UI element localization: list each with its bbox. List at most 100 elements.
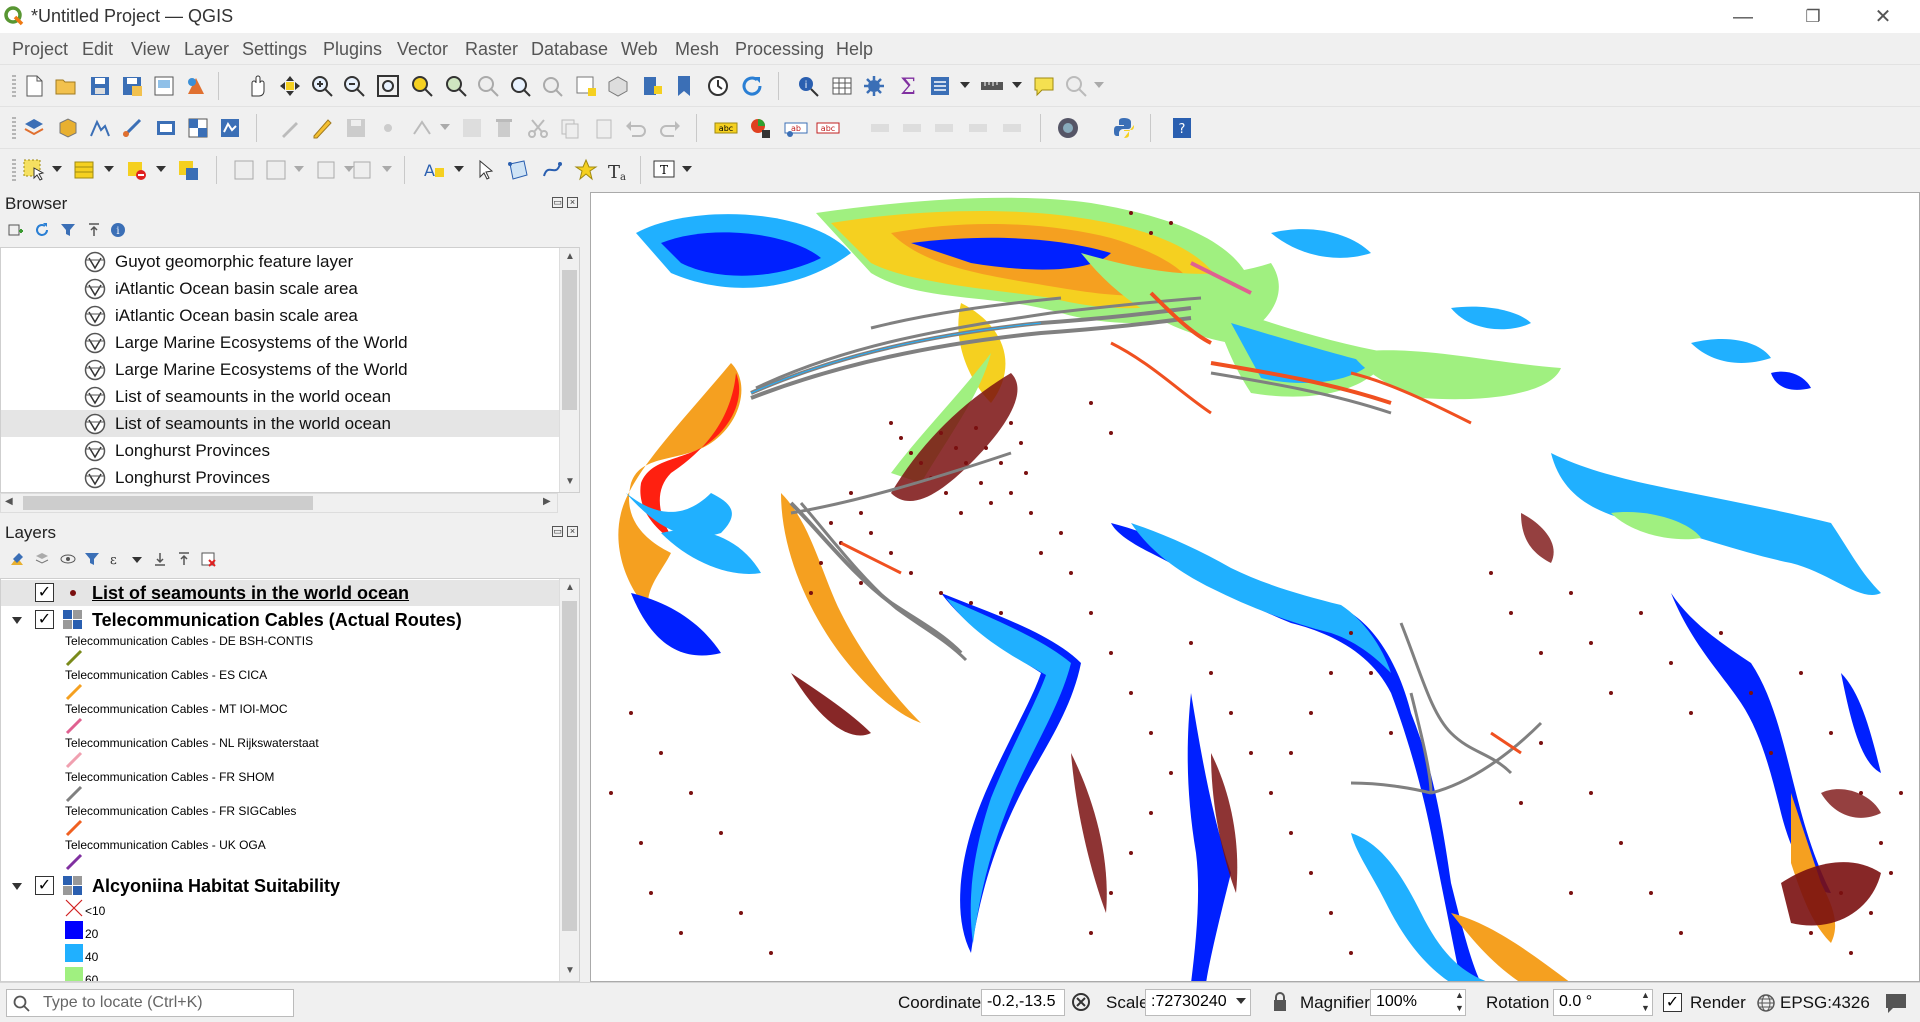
add-vector-icon[interactable] xyxy=(218,116,242,140)
scrollbar-thumb[interactable] xyxy=(562,270,577,410)
browser-tree[interactable]: Guyot geomorphic feature layer iAtlantic… xyxy=(0,247,580,493)
dropdown-arrow-icon[interactable] xyxy=(1012,82,1022,88)
text-annotation-icon[interactable]: T xyxy=(652,158,676,182)
dropdown-arrow-icon[interactable] xyxy=(440,124,450,130)
layers-tree[interactable]: ✓ List of seamounts in the world ocean ✓… xyxy=(0,578,580,982)
undo-icon[interactable] xyxy=(624,116,648,140)
refresh-browser-icon[interactable] xyxy=(34,222,50,238)
layers-vertical-scrollbar[interactable]: ▲ ▼ xyxy=(559,579,579,981)
dropdown-arrow-icon[interactable] xyxy=(960,82,970,88)
render-checkbox[interactable]: ✓ xyxy=(1663,993,1682,1012)
reshape-features-icon[interactable] xyxy=(350,158,374,182)
spin-down-icon[interactable]: ▼ xyxy=(1641,1003,1650,1013)
delete-selected-icon[interactable] xyxy=(492,116,516,140)
add-raster-icon[interactable] xyxy=(186,116,210,140)
menu-edit[interactable]: Edit xyxy=(82,39,113,60)
dropdown-arrow-icon[interactable] xyxy=(294,166,304,172)
zoom-to-layer-icon[interactable] xyxy=(444,74,468,98)
menu-layer[interactable]: Layer xyxy=(184,39,229,60)
enable-properties-icon[interactable]: i xyxy=(110,222,126,238)
crs-label[interactable]: EPSG:4326 xyxy=(1780,993,1870,1013)
attribute-table-icon[interactable] xyxy=(830,74,854,98)
browser-item[interactable]: Large Marine Ecosystems of the World xyxy=(1,329,559,356)
print-layout-icon[interactable] xyxy=(152,74,176,98)
menu-web[interactable]: Web xyxy=(621,39,658,60)
rotate-label-icon[interactable] xyxy=(932,116,956,140)
add-point-icon[interactable] xyxy=(376,116,400,140)
deselect-all-icon[interactable] xyxy=(124,158,148,182)
add-group-icon[interactable] xyxy=(34,551,50,567)
change-label-icon[interactable] xyxy=(966,116,990,140)
cut-features-icon[interactable] xyxy=(526,116,550,140)
new-virtual-layer-icon[interactable] xyxy=(154,116,178,140)
dropdown-arrow-icon[interactable] xyxy=(104,166,114,172)
zoom-out-icon[interactable] xyxy=(342,74,366,98)
expand-toggle-icon[interactable] xyxy=(12,617,22,624)
zoom-native-icon[interactable] xyxy=(476,74,500,98)
close-panel-icon[interactable]: × xyxy=(567,526,578,537)
style-manager-icon[interactable] xyxy=(184,74,208,98)
show-hide-labels-icon[interactable] xyxy=(868,116,892,140)
redo-icon[interactable] xyxy=(658,116,682,140)
refresh-icon[interactable] xyxy=(740,74,764,98)
split-features-icon[interactable] xyxy=(314,158,338,182)
dropdown-arrow-icon[interactable] xyxy=(382,166,392,172)
minimize-button[interactable]: — xyxy=(1720,3,1766,31)
layer-row-seamounts[interactable]: ✓ List of seamounts in the world ocean xyxy=(1,580,559,606)
modify-annotation-icon[interactable] xyxy=(474,158,498,182)
zoom-to-selection-icon[interactable] xyxy=(410,74,434,98)
layer-labeling-icon[interactable]: abc xyxy=(714,116,738,140)
scroll-right-icon[interactable]: ▶ xyxy=(543,496,551,507)
scrollbar-thumb[interactable] xyxy=(562,601,577,931)
new-geopackage-icon[interactable] xyxy=(56,116,80,140)
new-spatialite-icon[interactable] xyxy=(120,116,144,140)
python-console-icon[interactable] xyxy=(1112,116,1136,140)
scrollbar-thumb[interactable] xyxy=(23,496,313,510)
annotation-text-icon[interactable]: A xyxy=(422,158,446,182)
select-by-expression-icon[interactable] xyxy=(72,158,96,182)
browser-item[interactable]: Longhurst Provinces xyxy=(1,464,559,491)
dropdown-arrow-icon[interactable] xyxy=(52,166,62,172)
close-button[interactable]: ✕ xyxy=(1860,3,1906,31)
copy-features-icon[interactable] xyxy=(558,116,582,140)
close-panel-icon[interactable]: × xyxy=(567,197,578,208)
modify-attributes-icon[interactable] xyxy=(460,116,484,140)
scroll-down-icon[interactable]: ▼ xyxy=(560,476,579,487)
collapse-all-icon[interactable] xyxy=(176,551,192,567)
pan-map-icon[interactable] xyxy=(244,74,268,98)
create-line-annotation-icon[interactable] xyxy=(540,158,564,182)
pan-to-selection-icon[interactable] xyxy=(278,74,302,98)
menu-vector[interactable]: Vector xyxy=(397,39,448,60)
spin-up-icon[interactable]: ▲ xyxy=(1641,990,1650,1000)
scroll-down-icon[interactable]: ▼ xyxy=(560,965,579,976)
layer-visibility-checkbox[interactable]: ✓ xyxy=(35,876,54,895)
statistical-summary-icon[interactable]: Σ xyxy=(896,74,920,98)
scale-dropdown-icon[interactable] xyxy=(1236,998,1246,1004)
browser-item[interactable]: List of seamounts in the world ocean xyxy=(1,383,559,410)
filter-legend-icon[interactable] xyxy=(84,551,100,567)
filter-browser-icon[interactable] xyxy=(60,222,76,238)
identify-features-icon[interactable]: i xyxy=(796,74,820,98)
float-panel-icon[interactable]: ▭ xyxy=(552,197,563,208)
browser-item[interactable]: iAtlantic Ocean basin scale area xyxy=(1,275,559,302)
save-edits-icon[interactable] xyxy=(344,116,368,140)
label-properties-icon[interactable] xyxy=(1000,116,1024,140)
save-project-icon[interactable] xyxy=(88,74,112,98)
manage-map-themes-icon[interactable] xyxy=(60,551,76,567)
menu-raster[interactable]: Raster xyxy=(465,39,518,60)
open-field-calculator-icon[interactable] xyxy=(928,74,952,98)
rotation-field[interactable]: 0.0 ° xyxy=(1553,989,1653,1016)
magnifier-field[interactable]: 100% xyxy=(1370,989,1466,1016)
toolbar-grip[interactable] xyxy=(12,157,16,183)
coordinate-field[interactable]: -0.2,-13.5 xyxy=(981,989,1065,1016)
new-3d-view-icon[interactable] xyxy=(606,74,630,98)
map-canvas[interactable] xyxy=(590,192,1920,982)
spin-up-icon[interactable]: ▲ xyxy=(1455,990,1464,1000)
zoom-full-icon[interactable] xyxy=(376,74,400,98)
temporal-bookmark-icon[interactable] xyxy=(640,74,664,98)
temporal-controller-icon[interactable] xyxy=(706,74,730,98)
data-source-manager-icon[interactable] xyxy=(22,116,46,140)
dropdown-arrow-icon[interactable] xyxy=(682,166,692,172)
help-contents-icon[interactable]: ? xyxy=(1170,116,1194,140)
browser-item-selected[interactable]: List of seamounts in the world ocean xyxy=(1,410,559,437)
